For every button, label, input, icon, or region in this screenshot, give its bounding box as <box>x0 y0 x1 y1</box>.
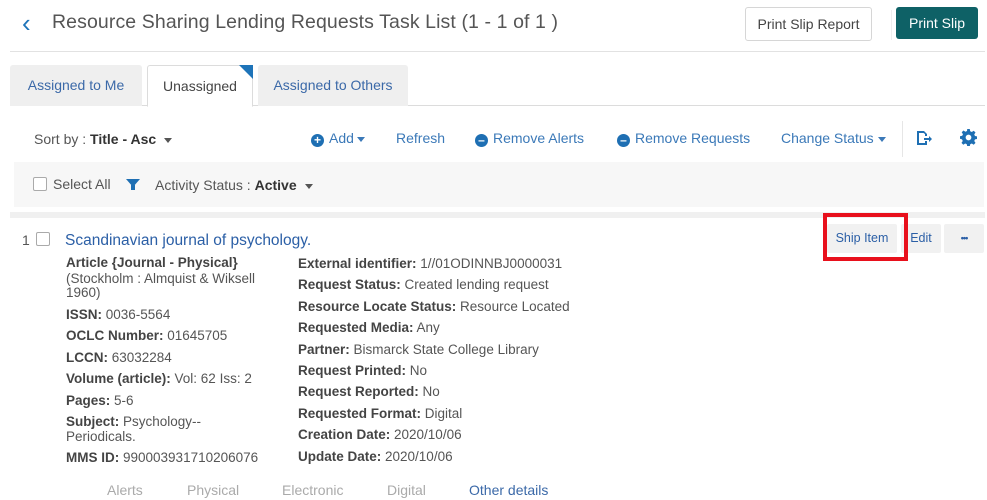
header-divider <box>891 10 892 40</box>
filter-bar: Select All Activity Status : Active <box>14 162 984 207</box>
toolbar-divider <box>902 121 903 157</box>
field-oclc-number: OCLC Number: 01645705 <box>66 328 228 343</box>
field-issn: ISSN: 0036-5564 <box>66 306 171 322</box>
tab-assigned-to-me[interactable]: Assigned to Me <box>10 65 142 106</box>
filter-funnel-stem <box>131 185 135 190</box>
highlight-box <box>823 213 908 261</box>
caret-down-icon <box>164 137 173 143</box>
record-details-right: External identifier: 1//01ODINNBJ0000031… <box>298 256 570 470</box>
field-resource-locate-status: Resource Locate Status: Resource Located <box>298 298 570 314</box>
caret-down-icon <box>356 136 365 142</box>
field-request-reported: Request Reported: No <box>298 384 440 400</box>
minus-circle-icon: – <box>617 134 630 147</box>
field-mms-id: MMS ID: 990003931710206076 <box>66 450 259 465</box>
print-slip-button[interactable]: Print Slip <box>896 7 978 39</box>
field-lccn: LCCN: 63032284 <box>66 349 172 365</box>
field-volume: Volume (article): Vol: 62 Iss: 2 <box>66 371 252 386</box>
activity-status-value: Active <box>254 177 297 193</box>
record-title-link[interactable]: Scandinavian journal of psychology. <box>65 232 311 250</box>
remove-requests-button[interactable]: – Remove Requests <box>617 130 750 147</box>
tab-unassigned[interactable]: Unassigned <box>147 65 253 107</box>
detail-tab-alerts[interactable]: Alerts <box>107 482 143 498</box>
refresh-button[interactable]: Refresh <box>396 130 445 146</box>
detail-tab-digital[interactable]: Digital <box>387 482 426 498</box>
detail-tab-electronic[interactable]: Electronic <box>282 482 343 498</box>
field-request-printed: Request Printed: No <box>298 362 428 378</box>
caret-down-icon <box>877 136 886 142</box>
print-slip-report-button[interactable]: Print Slip Report <box>745 7 872 41</box>
change-status-dropdown[interactable]: Change Status <box>781 130 886 146</box>
row-index: 1 <box>22 232 30 248</box>
field-requested-format: Requested Format: Digital <box>298 405 463 421</box>
sort-dropdown[interactable]: Sort by : Title - Asc <box>34 131 173 147</box>
remove-alerts-label: Remove Alerts <box>493 130 585 146</box>
field-subject: Subject: Psychology--Periodicals. <box>66 414 202 444</box>
remove-alerts-button[interactable]: – Remove Alerts <box>475 130 584 147</box>
select-all-checkbox[interactable]: Select All <box>33 176 111 192</box>
record-details-left: Article {Journal - Physical} (Stockholm … <box>66 255 276 473</box>
page-title: Resource Sharing Lending Requests Task L… <box>52 11 559 33</box>
export-icon[interactable] <box>915 129 933 152</box>
detail-tab-physical[interactable]: Physical <box>187 482 239 498</box>
page-header: ‹ Resource Sharing Lending Requests Task… <box>10 0 985 52</box>
add-label: Add <box>329 130 354 146</box>
toolbar: Sort by : Title - Asc + Add Refresh – Remo… <box>10 117 985 159</box>
plus-circle-icon: + <box>311 134 324 147</box>
chevron-left-icon[interactable]: ‹ <box>22 10 31 36</box>
sort-label: Sort by : <box>34 131 91 147</box>
tab-bar: Assigned to Me Unassigned Assigned to Ot… <box>10 65 985 107</box>
record-type: Article {Journal - Physical} <box>66 255 238 270</box>
change-status-label: Change Status <box>781 130 874 146</box>
row-checkbox[interactable] <box>36 232 50 246</box>
detail-tab-other-details[interactable]: Other details <box>469 482 548 498</box>
sort-value: Title - Asc <box>90 131 157 147</box>
field-request-status: Request Status: Created lending request <box>298 277 549 293</box>
activity-status-label: Activity Status : <box>155 177 255 193</box>
caret-down-icon <box>304 183 313 189</box>
field-requested-media: Requested Media: Any <box>298 320 440 336</box>
add-button[interactable]: + Add <box>311 130 365 147</box>
field-external-identifier: External identifier: 1//01ODINNBJ0000031 <box>298 256 563 271</box>
remove-requests-label: Remove Requests <box>635 130 751 146</box>
activity-status-dropdown[interactable]: Activity Status : Active <box>155 177 313 193</box>
field-creation-date: Creation Date: 2020/10/06 <box>298 427 462 443</box>
checkbox[interactable] <box>33 177 47 191</box>
tab-corner-marker-icon <box>239 65 253 79</box>
more-actions-button[interactable]: ••• <box>944 224 984 253</box>
field-partner: Partner: Bismarck State College Library <box>298 341 539 357</box>
field-pages: Pages: 5-6 <box>66 392 134 408</box>
record-publication: (Stockholm : Almquist & Wiksell 1960) <box>66 270 256 300</box>
tab-label: Unassigned <box>163 78 237 94</box>
tab-assigned-to-others[interactable]: Assigned to Others <box>258 65 408 106</box>
field-update-date: Update Date: 2020/10/06 <box>298 448 453 464</box>
select-all-label: Select All <box>53 176 111 192</box>
minus-circle-icon: – <box>475 134 488 147</box>
gear-icon[interactable] <box>960 129 978 151</box>
